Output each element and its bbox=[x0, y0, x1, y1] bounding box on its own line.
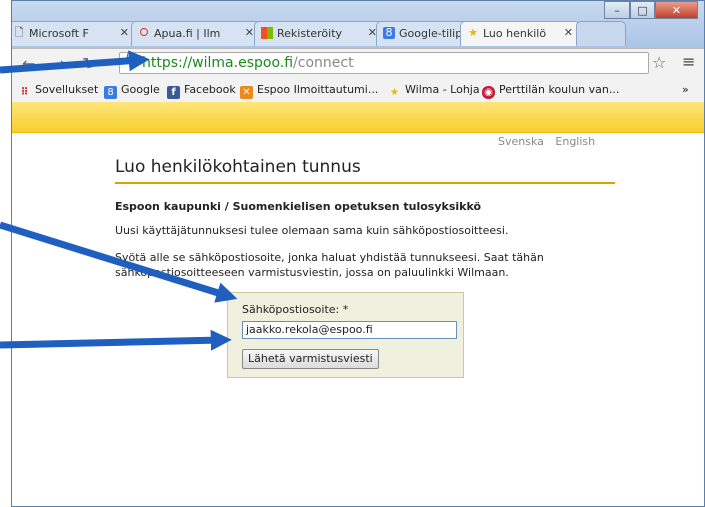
browser-window: 🗋 Microsoft F ✕ ⭘ Apua.fi | Ilm ✕ Rekist… bbox=[11, 0, 705, 507]
minimize-button[interactable]: – bbox=[604, 1, 630, 19]
bookmark-label: Facebook bbox=[184, 83, 236, 96]
tab-label: Google-tilip bbox=[399, 27, 463, 40]
lock-icon bbox=[126, 52, 135, 64]
bookmark-espoo[interactable]: ✕ Espoo Ilmoittautumi... bbox=[240, 83, 378, 99]
menu-icon[interactable]: ≡ bbox=[682, 52, 695, 71]
close-tab-icon[interactable]: ✕ bbox=[564, 26, 573, 39]
send-verification-button[interactable]: Lähetä varmistusviesti bbox=[242, 349, 379, 369]
bookmark-wilma-lohja[interactable]: ★ Wilma - Lohja bbox=[388, 83, 480, 99]
page-content: Svenska English Luo henkilökohtainen tun… bbox=[12, 102, 704, 506]
google-icon: 8 bbox=[104, 86, 117, 99]
tab-label: Rekisteröity bbox=[277, 27, 343, 40]
email-field[interactable]: jaakko.rekola@espoo.fi bbox=[242, 321, 457, 339]
school-icon: ◉ bbox=[482, 86, 495, 99]
page-title: Luo henkilökohtainen tunnus bbox=[115, 157, 615, 184]
header-banner bbox=[12, 102, 704, 133]
tab-label: Microsoft F bbox=[29, 27, 89, 40]
bookmark-label: Espoo Ilmoittautumi... bbox=[257, 83, 379, 96]
bookmark-label: Sovellukset bbox=[35, 83, 99, 96]
tab-label: Luo henkilö bbox=[483, 27, 547, 40]
back-icon[interactable]: ← bbox=[22, 54, 35, 73]
apua-icon: ⭘ bbox=[139, 26, 149, 39]
tab-apua[interactable]: ⭘ Apua.fi | Ilm ✕ bbox=[131, 21, 261, 46]
lang-svenska-link[interactable]: Svenska bbox=[498, 135, 544, 148]
wilma-star-icon: ★ bbox=[390, 87, 399, 98]
document-icon: 🗋 bbox=[14, 26, 24, 39]
email-label: Sähköpostiosoite: * bbox=[242, 303, 349, 316]
wilma-star-icon: ★ bbox=[468, 26, 478, 39]
tab-rekisteroity[interactable]: Rekisteröity ✕ bbox=[254, 21, 384, 46]
window-controls: – □ ✕ bbox=[604, 1, 698, 19]
close-tab-icon[interactable]: ✕ bbox=[245, 26, 254, 39]
apps-icon: ⠿ bbox=[20, 87, 29, 98]
close-window-button[interactable]: ✕ bbox=[655, 1, 698, 19]
bookmark-label: Google bbox=[121, 83, 160, 96]
address-bar[interactable]: https://wilma.espoo.fi/connect bbox=[119, 52, 649, 74]
bookmarks-bar: ⠿ Sovellukset 8 Google f Facebook ✕ Espoo Il… bbox=[12, 78, 704, 103]
lang-english-link[interactable]: English bbox=[555, 135, 595, 148]
bookmark-star-icon[interactable]: ☆ bbox=[652, 53, 666, 72]
browser-toolbar: ← → ↻ https://wilma.espoo.fi/connect ☆ ≡ bbox=[12, 48, 704, 79]
organization-name: Espoon kaupunki / Suomenkielisen opetuks… bbox=[115, 200, 482, 213]
reload-icon[interactable]: ↻ bbox=[82, 54, 95, 73]
bookmark-google[interactable]: 8 Google bbox=[104, 83, 160, 99]
bookmark-label: Perttilän koulun van... bbox=[499, 83, 620, 96]
bookmark-facebook[interactable]: f Facebook bbox=[167, 83, 236, 99]
google-icon: 8 bbox=[383, 27, 395, 39]
tab-microsoft[interactable]: 🗋 Microsoft F ✕ bbox=[12, 21, 136, 46]
bookmark-sovellukset[interactable]: ⠿ Sovellukset bbox=[18, 83, 99, 99]
language-switcher: Svenska English bbox=[498, 135, 603, 148]
tab-label: Apua.fi | Ilm bbox=[154, 27, 221, 40]
forward-icon[interactable]: → bbox=[52, 54, 65, 73]
tab-luo-henkilo[interactable]: ★ Luo henkilö ✕ bbox=[460, 21, 580, 46]
url-host: https://wilma.espoo.fi bbox=[142, 55, 294, 71]
instructions-text: Syötä alle se sähköpostiosoite, jonka ha… bbox=[115, 251, 544, 279]
maximize-button[interactable]: □ bbox=[630, 1, 655, 19]
url-path: /connect bbox=[293, 55, 354, 71]
facebook-icon: f bbox=[167, 86, 180, 99]
more-bookmarks-button[interactable]: » bbox=[682, 83, 689, 96]
bookmark-perttila[interactable]: ◉ Perttilän koulun van... bbox=[482, 83, 619, 99]
email-form: Sähköpostiosoite: * jaakko.rekola@espoo.… bbox=[227, 292, 464, 378]
close-tab-icon[interactable]: ✕ bbox=[120, 26, 129, 39]
microsoft-icon bbox=[261, 27, 273, 39]
new-tab-button[interactable] bbox=[576, 21, 626, 46]
bookmark-label: Wilma - Lohja bbox=[405, 83, 480, 96]
info-text: Uusi käyttäjätunnuksesi tulee olemaan sa… bbox=[115, 224, 509, 237]
espoo-icon: ✕ bbox=[240, 86, 253, 99]
title-bar: 🗋 Microsoft F ✕ ⭘ Apua.fi | Ilm ✕ Rekist… bbox=[12, 1, 704, 48]
